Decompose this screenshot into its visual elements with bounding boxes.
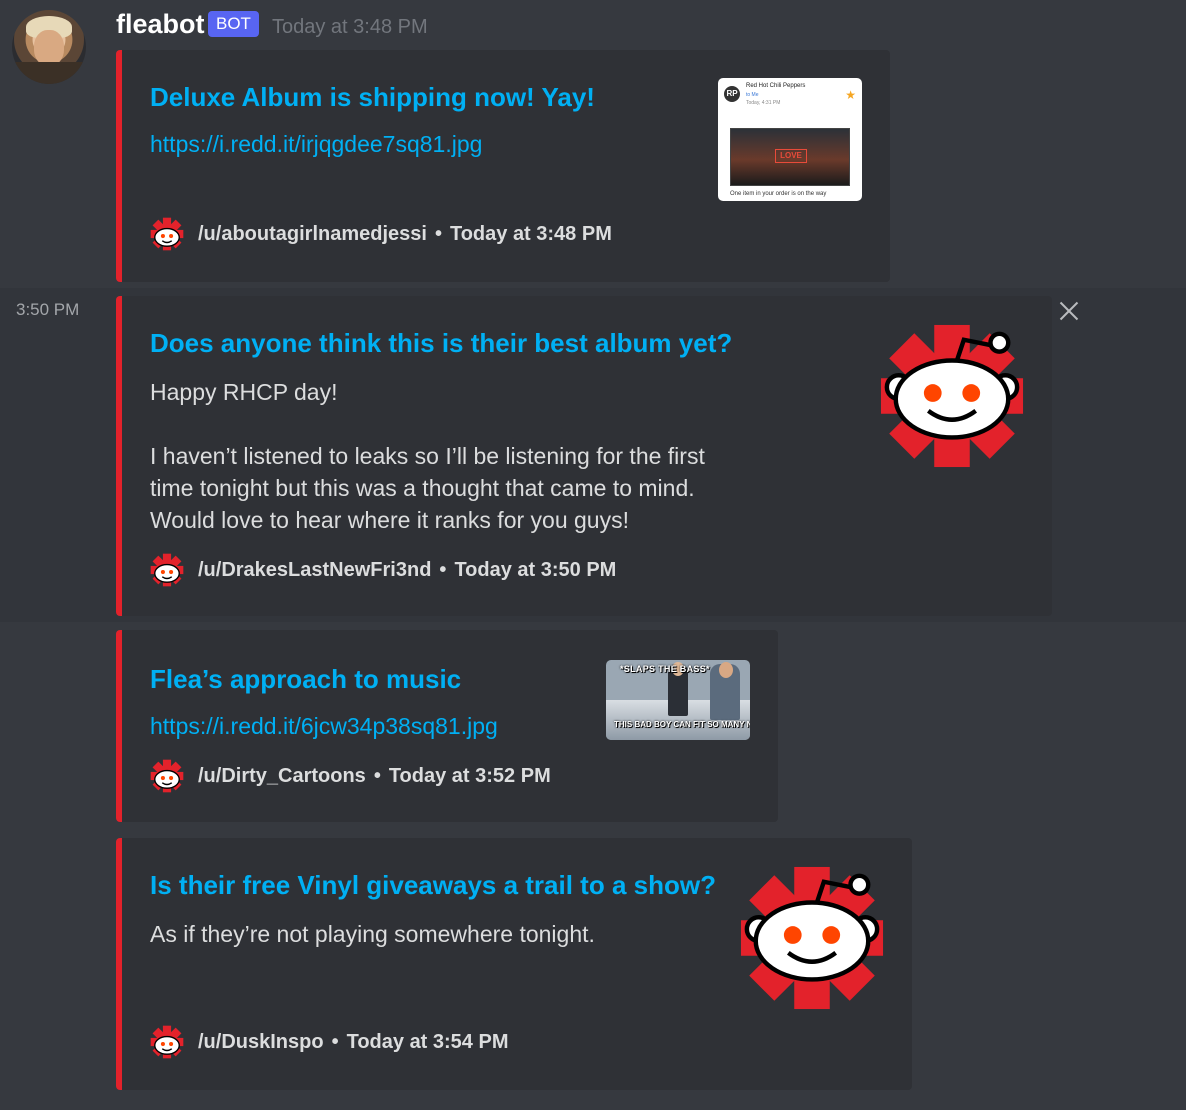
embed-link[interactable]: https://i.redd.it/irjqgdee7sq81.jpg <box>150 131 482 158</box>
footer-separator: • <box>331 1030 339 1053</box>
embed-title[interactable]: Is their free Vinyl giveaways a trail to… <box>150 870 716 901</box>
embed-time: Today at 3:54 PM <box>346 1030 509 1053</box>
email-recipient: to Me <box>746 92 759 98</box>
embed-author[interactable]: /u/DuskInspo <box>198 1031 324 1054</box>
embed-description: Happy RHCP day! I haven’t listened to le… <box>150 379 705 533</box>
reddit-snoo-icon <box>150 1025 184 1059</box>
embed-title[interactable]: Flea’s approach to music <box>150 664 461 695</box>
embed-footer: /u/aboutagirlnamedjessi • Today at 3:48 … <box>150 216 612 252</box>
reddit-embed-4: Is their free Vinyl giveaways a trail to… <box>116 838 912 1090</box>
album-text: LOVE <box>775 149 807 163</box>
meme-figure-right <box>710 662 740 720</box>
reddit-embed-3: Flea’s approach to music https://i.redd.… <box>116 630 778 822</box>
email-time: Today, 4:31 PM <box>746 100 781 106</box>
rhcp-logo-icon: RP <box>724 86 740 102</box>
embed-title[interactable]: Deluxe Album is shipping now! Yay! <box>150 82 595 113</box>
bot-avatar[interactable] <box>12 10 86 84</box>
footer-separator: • <box>373 764 381 787</box>
embed-time: Today at 3:48 PM <box>449 222 612 245</box>
embed-link[interactable]: https://i.redd.it/6jcw34p38sq81.jpg <box>150 713 498 740</box>
reddit-snoo-thumbnail[interactable] <box>738 864 886 1012</box>
embed-author[interactable]: /u/aboutagirlnamedjessi <box>198 223 427 246</box>
email-footer-text: One item in your order is on the way <box>730 191 827 197</box>
reddit-snoo-icon <box>150 759 184 793</box>
star-icon: ★ <box>845 88 856 102</box>
embed-footer: /u/DuskInspo • Today at 3:54 PM <box>150 1024 509 1060</box>
message-timestamp: Today at 3:48 PM <box>272 16 428 38</box>
meme-bottom-text: THIS BAD BOY CAN FIT SO MANY NOTES IN IT <box>614 720 750 729</box>
embed-footer: /u/DrakesLastNewFri3nd • Today at 3:50 P… <box>150 552 616 588</box>
reddit-embed-2: Does anyone think this is their best alb… <box>116 296 1052 616</box>
meme-thumbnail[interactable]: *SLAPS THE BASS* THIS BAD BOY CAN FIT SO… <box>606 660 750 740</box>
embed-description: As if they’re not playing somewhere toni… <box>150 921 595 947</box>
footer-separator: • <box>434 222 442 245</box>
embed-title[interactable]: Does anyone think this is their best alb… <box>150 328 732 359</box>
reddit-snoo-icon <box>150 217 184 251</box>
close-icon[interactable] <box>1056 298 1082 324</box>
embed-thumbnail-email[interactable]: RP Red Hot Chili Peppers to Me Today, 4:… <box>718 78 862 201</box>
bot-tag-badge: BOT <box>208 11 259 37</box>
reddit-embed-1: Deluxe Album is shipping now! Yay! https… <box>116 50 890 282</box>
embed-author[interactable]: /u/DrakesLastNewFri3nd <box>198 559 431 582</box>
embed-author[interactable]: /u/Dirty_Cartoons <box>198 765 366 788</box>
embed-time: Today at 3:50 PM <box>454 558 617 581</box>
album-cover-image: LOVE <box>730 128 850 186</box>
email-sender: Red Hot Chili Peppers <box>746 83 806 89</box>
footer-separator: • <box>439 558 447 581</box>
embed-footer: /u/Dirty_Cartoons • Today at 3:52 PM <box>150 758 551 794</box>
meme-top-text: *SLAPS THE BASS* <box>620 664 710 674</box>
hover-timestamp: 3:50 PM <box>16 300 80 319</box>
reddit-snoo-thumbnail[interactable] <box>878 322 1026 470</box>
bot-username[interactable]: fleabot <box>116 9 205 40</box>
embed-time: Today at 3:52 PM <box>388 764 551 787</box>
reddit-snoo-icon <box>150 553 184 587</box>
